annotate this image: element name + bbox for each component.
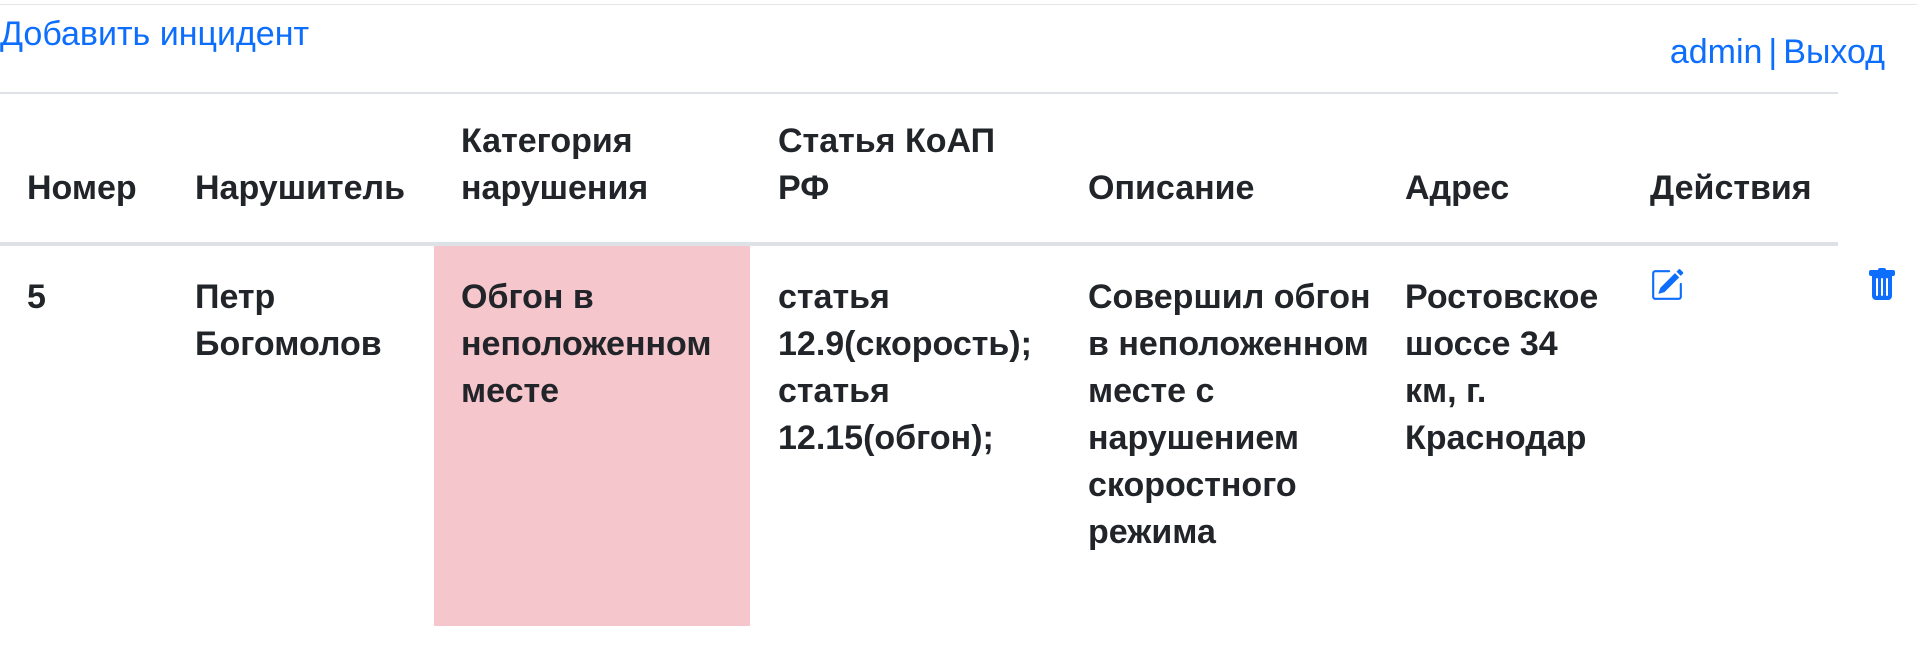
cell-category-highlight: Обгон в неположенном месте bbox=[434, 246, 750, 626]
trash-icon[interactable] bbox=[1866, 268, 1898, 302]
logout-link[interactable]: Выход bbox=[1783, 33, 1885, 71]
cell-offender: Петр Богомолов bbox=[195, 278, 382, 363]
auth-separator: | bbox=[1768, 33, 1778, 71]
column-header-article: Статья КоАП РФ bbox=[778, 122, 996, 207]
cell-address: Ростовское шоссе 34 км, г. Краснодар bbox=[1405, 278, 1599, 457]
table-header-row: Номер Нарушитель Категория нарушения Ста… bbox=[0, 94, 1838, 242]
cell-number: 5 bbox=[27, 278, 46, 316]
column-header-address: Адрес bbox=[1405, 169, 1510, 207]
user-name-link[interactable]: admin bbox=[1670, 33, 1763, 71]
cell-articles: статья 12.9(скорость); статья 12.15(обго… bbox=[778, 278, 1032, 457]
cell-description: Совершил обгон в неположенном месте с на… bbox=[1088, 278, 1371, 551]
auth-area: admin | Выход bbox=[1670, 30, 1885, 74]
column-header-description: Описание bbox=[1088, 169, 1255, 207]
cell-category: Обгон в неположенном месте bbox=[461, 278, 712, 410]
column-header-offender: Нарушитель bbox=[195, 169, 405, 207]
table-row: 5 Петр Богомолов Обгон в неположенном ме… bbox=[0, 246, 1917, 626]
column-header-actions: Действия bbox=[1650, 169, 1812, 207]
column-header-category: Категория нарушения bbox=[461, 122, 649, 207]
top-divider bbox=[0, 4, 1917, 5]
edit-icon[interactable] bbox=[1650, 268, 1684, 302]
add-incident-link[interactable]: Добавить инцидент bbox=[0, 12, 309, 56]
column-header-number: Номер bbox=[27, 169, 137, 207]
